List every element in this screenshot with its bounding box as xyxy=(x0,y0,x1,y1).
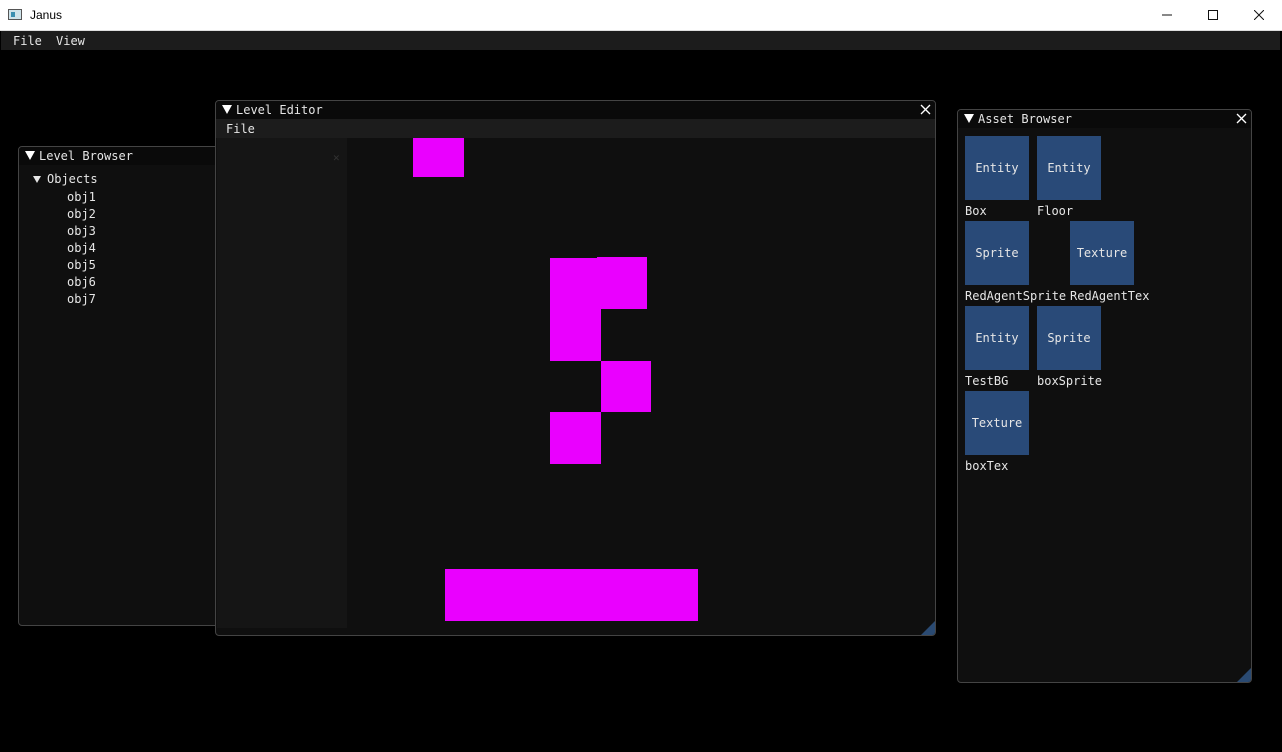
tree-node-label: Objects xyxy=(47,172,98,186)
menu-view[interactable]: View xyxy=(56,34,85,48)
editor-menu-file[interactable]: File xyxy=(226,122,255,136)
menu-file[interactable]: File xyxy=(13,34,42,48)
tree-item-obj5[interactable]: obj5 xyxy=(67,258,96,272)
minimize-icon xyxy=(1162,14,1172,16)
level-tile[interactable] xyxy=(413,138,464,177)
asset-browser-panel: Asset Browser Entity Box Entity Floor Sp… xyxy=(957,109,1252,683)
close-icon[interactable] xyxy=(1236,113,1247,124)
asset-name: Floor xyxy=(1037,204,1074,218)
asset-tile-testbg[interactable]: Entity xyxy=(965,306,1029,370)
asset-name: boxSprite xyxy=(1037,374,1103,388)
collapse-triangle-icon[interactable] xyxy=(964,114,974,123)
panel-title: Level Browser xyxy=(39,149,133,163)
level-tile[interactable] xyxy=(597,257,647,309)
level-editor-panel: Level Editor File ✕ xyxy=(215,100,936,636)
resize-grip[interactable] xyxy=(921,621,935,635)
minimize-button[interactable] xyxy=(1144,0,1190,30)
tree-item-obj2[interactable]: obj2 xyxy=(67,207,96,221)
close-icon[interactable] xyxy=(920,104,931,115)
asset-name: RedAgentSprite xyxy=(965,289,1067,303)
asset-name: TestBG xyxy=(965,374,1009,388)
maximize-icon xyxy=(1208,10,1218,20)
close-icon xyxy=(1254,10,1264,20)
ghost-close-icon: ✕ xyxy=(333,151,340,164)
asset-tile-boxsprite[interactable]: Sprite xyxy=(1037,306,1101,370)
panel-title: Asset Browser xyxy=(978,112,1072,126)
level-editor-titlebar[interactable]: Level Editor xyxy=(216,101,935,119)
panel-title: Level Editor xyxy=(236,103,323,117)
app-icon xyxy=(8,9,22,20)
background-panel-ghost xyxy=(217,138,347,628)
main-menubar: File View xyxy=(1,31,1280,50)
collapse-triangle-icon[interactable] xyxy=(222,105,232,114)
maximize-button[interactable] xyxy=(1190,0,1236,30)
expand-triangle-icon[interactable] xyxy=(33,176,41,183)
tree-item-obj7[interactable]: obj7 xyxy=(67,292,96,306)
window-titlebar: Janus xyxy=(0,0,1282,31)
tree-item-obj3[interactable]: obj3 xyxy=(67,224,96,238)
window-title: Janus xyxy=(30,8,63,22)
tree-item-obj1[interactable]: obj1 xyxy=(67,190,96,204)
asset-tile-box[interactable]: Entity xyxy=(965,136,1029,200)
level-tile[interactable] xyxy=(601,361,651,412)
asset-tile-redagenttex[interactable]: Texture xyxy=(1070,221,1134,285)
asset-name: Box xyxy=(965,204,987,218)
collapse-triangle-icon[interactable] xyxy=(25,151,35,160)
editor-menubar: File xyxy=(216,119,935,138)
asset-browser-titlebar[interactable]: Asset Browser xyxy=(958,110,1251,128)
level-floor-tile[interactable] xyxy=(445,569,698,621)
level-tile[interactable] xyxy=(550,258,601,361)
asset-name: boxTex xyxy=(965,459,1009,473)
asset-tile-floor[interactable]: Entity xyxy=(1037,136,1101,200)
asset-tile-boxtex[interactable]: Texture xyxy=(965,391,1029,455)
level-tile[interactable] xyxy=(550,412,601,464)
tree-item-obj6[interactable]: obj6 xyxy=(67,275,96,289)
asset-name: RedAgentTex xyxy=(1070,289,1150,303)
resize-grip[interactable] xyxy=(1237,668,1251,682)
close-button[interactable] xyxy=(1236,0,1282,30)
asset-tile-redagentsprite[interactable]: Sprite xyxy=(965,221,1029,285)
tree-item-obj4[interactable]: obj4 xyxy=(67,241,96,255)
